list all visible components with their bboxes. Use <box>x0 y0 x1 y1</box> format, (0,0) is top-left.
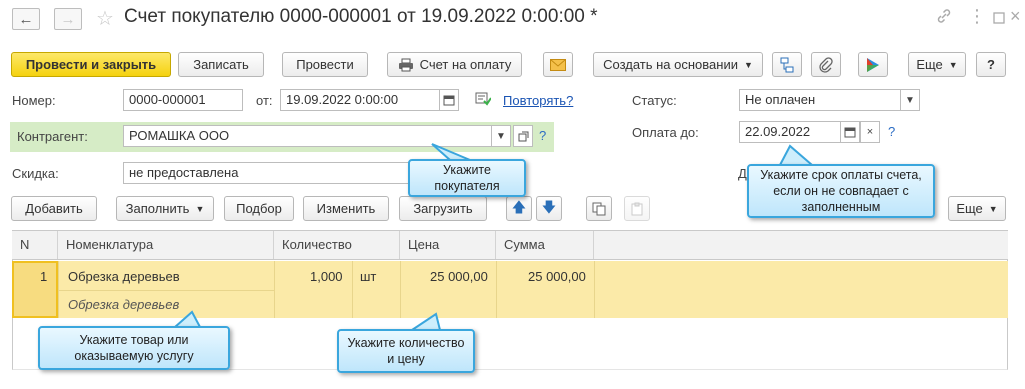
callout-due-date: Укажите срок оплаты счета, если он не со… <box>747 164 935 218</box>
pay-until-clear-button[interactable]: × <box>860 121 880 143</box>
structure-button[interactable] <box>772 52 802 77</box>
paperclip-icon <box>819 56 833 73</box>
status-label: Статус: <box>632 93 677 108</box>
callout-qty-price: Укажите количество и цену <box>337 329 475 373</box>
more-button[interactable]: Еще ▼ <box>908 52 966 77</box>
row-quantity[interactable]: 1,000 <box>310 269 343 284</box>
load-button[interactable]: Загрузить <box>399 196 487 221</box>
arrow-down-icon: 🡇 <box>541 198 557 215</box>
fill-button[interactable]: Заполнить ▼ <box>116 196 214 221</box>
number-field[interactable]: 0000-000001 <box>123 89 243 111</box>
email-button[interactable] <box>543 52 573 77</box>
column-header-price[interactable]: Цена <box>400 231 496 259</box>
counterparty-help-icon[interactable]: ? <box>539 128 546 143</box>
back-button[interactable]: ← <box>12 8 40 30</box>
table-more-label: Еще <box>956 201 983 216</box>
row-nomenclature[interactable]: Обрезка деревьев <box>68 269 180 284</box>
column-header-nomenclature[interactable]: Номенклатура <box>58 231 274 259</box>
selection-button[interactable]: Подбор <box>224 196 294 221</box>
move-up-button[interactable]: 🡅 <box>506 196 532 221</box>
page-title: Счет покупателю 0000-000001 от 19.09.202… <box>124 6 598 27</box>
chevron-down-icon: ▼ <box>948 59 958 70</box>
create-based-on-button[interactable]: Создать на основании ▼ <box>593 52 763 77</box>
row-sum[interactable]: 25 000,00 <box>528 269 586 284</box>
discount-label: Скидка: <box>12 166 59 181</box>
add-row-button[interactable]: Добавить <box>11 196 97 221</box>
row-number-cell[interactable] <box>12 261 58 318</box>
save-button[interactable]: Записать <box>178 52 264 77</box>
calendar-icon <box>443 95 455 106</box>
paste-button[interactable] <box>624 196 650 221</box>
pay-until-field[interactable]: 22.09.2022 <box>739 121 841 143</box>
copy-icon <box>592 202 606 215</box>
forward-button[interactable]: → <box>54 8 82 30</box>
table-more-button[interactable]: Еще ▼ <box>948 196 1006 221</box>
column-header-n[interactable]: N <box>12 231 58 259</box>
post-button[interactable]: Провести <box>282 52 368 77</box>
more-label: Еще <box>916 57 943 72</box>
counterparty-open-button[interactable] <box>513 125 533 147</box>
arrow-left-icon: ← <box>18 10 34 28</box>
copy-button[interactable] <box>586 196 612 221</box>
repeat-icon <box>475 92 492 109</box>
hidden-field-label: Д <box>738 166 747 181</box>
column-header-quantity[interactable]: Количество <box>274 231 400 259</box>
post-and-close-button[interactable]: Провести и закрыть <box>11 52 171 77</box>
row-unit[interactable]: шт <box>360 269 376 284</box>
envelope-icon <box>550 58 566 71</box>
play-colored-icon <box>866 57 880 73</box>
invoice-button[interactable]: Счет на оплату <box>387 52 522 77</box>
move-down-button[interactable]: 🡇 <box>536 196 562 221</box>
counterparty-label: Контрагент: <box>17 129 88 144</box>
paste-icon <box>631 202 643 215</box>
chevron-down-icon: ▼ <box>905 94 915 106</box>
calendar-button[interactable] <box>439 89 459 111</box>
printer-icon <box>398 58 414 72</box>
chevron-down-icon: ▼ <box>988 203 998 214</box>
number-label: Номер: <box>12 93 56 108</box>
status-dropdown-button[interactable]: ▼ <box>900 89 920 111</box>
attach-button[interactable] <box>811 52 841 77</box>
edo-button[interactable] <box>858 52 888 77</box>
create-based-on-label: Создать на основании <box>603 57 738 72</box>
discount-field[interactable]: не предоставлена <box>123 162 423 184</box>
arrow-up-icon: 🡅 <box>511 198 527 215</box>
table-row[interactable]: 1 Обрезка деревьев Обрезка деревьев 1,00… <box>12 261 1008 318</box>
link-icon[interactable] <box>936 8 952 29</box>
callout-buyer: Укажите покупателя <box>408 159 526 197</box>
date-label: от: <box>256 93 273 108</box>
status-select[interactable]: Не оплачен <box>739 89 903 111</box>
row-content[interactable]: Обрезка деревьев <box>68 297 179 312</box>
repeat-link[interactable]: Повторять? <box>503 93 573 108</box>
chevron-down-icon: ▼ <box>195 203 205 214</box>
row-number: 1 <box>40 269 48 284</box>
star-icon[interactable]: ☆ <box>96 6 114 31</box>
help-button[interactable]: ? <box>976 52 1006 77</box>
edit-row-button[interactable]: Изменить <box>303 196 389 221</box>
pay-until-help-icon[interactable]: ? <box>888 124 895 139</box>
invoice-button-label: Счет на оплату <box>419 57 512 72</box>
fill-label: Заполнить <box>125 201 190 216</box>
date-field[interactable]: 19.09.2022 0:00:00 <box>280 89 440 111</box>
chevron-down-icon: ▼ <box>743 59 753 70</box>
table-header: N Номенклатура Количество Цена Сумма <box>12 230 1008 260</box>
calendar-icon <box>844 127 856 138</box>
chevron-down-icon: ▼ <box>496 130 506 142</box>
more-vertical-icon[interactable]: ⋮ <box>968 7 986 25</box>
pay-until-label: Оплата до: <box>632 125 699 140</box>
open-window-icon <box>518 131 528 141</box>
pay-until-calendar-button[interactable] <box>840 121 860 143</box>
structure-icon <box>779 57 795 73</box>
close-icon[interactable]: × <box>1010 6 1021 27</box>
counterparty-dropdown-button[interactable]: ▼ <box>491 125 511 147</box>
row-price[interactable]: 25 000,00 <box>430 269 488 284</box>
clear-icon: × <box>866 126 874 138</box>
counterparty-field[interactable]: РОМАШКА ООО <box>123 125 493 147</box>
maximize-icon[interactable] <box>993 9 1005 29</box>
callout-product: Укажите товар или оказываемую услугу <box>38 326 230 370</box>
column-header-sum[interactable]: Сумма <box>496 231 594 259</box>
arrow-right-icon: → <box>60 10 76 28</box>
